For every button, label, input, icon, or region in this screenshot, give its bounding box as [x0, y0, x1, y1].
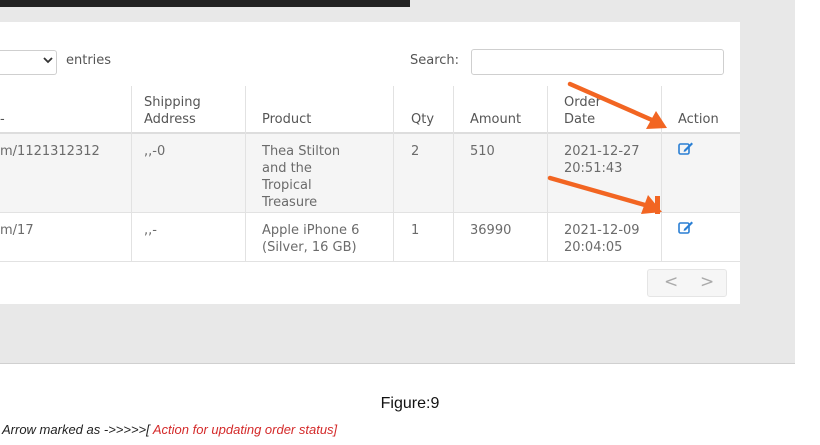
table-header — [0, 86, 740, 134]
date-line: 2021-12-09 — [564, 223, 640, 238]
column-divider — [393, 86, 394, 261]
header-line: Address — [144, 112, 196, 127]
cell-col1: m/17 — [0, 223, 34, 238]
note-prefix: Arrow marked as ->>>>>[ — [2, 422, 153, 437]
product-line: Apple iPhone 6 — [262, 223, 360, 238]
cell-amount: 510 — [470, 144, 495, 159]
product-line: (Silver, 16 GB) — [262, 240, 357, 255]
column-header-shipping-address[interactable]: Shipping Address — [144, 94, 201, 128]
cell-order-date: 2021-12-09 20:04:05 — [564, 222, 640, 256]
cell-product: Thea Stilton and the Tropical Treasure — [262, 143, 340, 211]
column-divider — [453, 86, 454, 261]
row-divider — [0, 261, 740, 262]
cell-product: Apple iPhone 6 (Silver, 16 GB) — [262, 222, 359, 256]
figure-caption: Figure:9 — [380, 395, 440, 412]
cell-order-date: 2021-12-27 20:51:43 — [564, 143, 640, 177]
cell-shipping-address: ,,- — [144, 223, 157, 238]
column-divider — [547, 86, 548, 261]
column-header-qty[interactable]: Qty — [411, 111, 434, 128]
column-divider — [131, 86, 132, 261]
pagination — [647, 269, 727, 297]
header-line: Shipping — [144, 95, 201, 110]
cell-col1: m/1121312312 — [0, 144, 100, 159]
screenshot-canvas: entries Search: - Shipping Address Produ… — [0, 0, 820, 445]
figure-note: Arrow marked as ->>>>>[ Action for updat… — [2, 422, 337, 437]
chevron-down-icon — [43, 57, 53, 64]
row-divider — [0, 212, 740, 213]
cell-qty: 1 — [411, 223, 420, 238]
time-line: 20:51:43 — [564, 161, 623, 176]
column-header-order-date[interactable]: Order Date — [564, 94, 601, 128]
header-line: Order — [564, 95, 601, 110]
product-line: Thea Stilton — [262, 144, 341, 159]
cell-qty: 2 — [411, 144, 420, 159]
edit-icon[interactable] — [678, 220, 694, 234]
search-input[interactable] — [471, 49, 724, 75]
cell-amount: 36990 — [470, 223, 512, 238]
product-line: Tropical — [262, 178, 312, 193]
search-label: Search: — [410, 53, 460, 68]
pagination-next-button[interactable]: > — [700, 272, 714, 292]
product-line: and the — [262, 161, 312, 176]
date-line: 2021-12-27 — [564, 144, 640, 159]
column-header-action[interactable]: Action — [678, 111, 719, 128]
column-header-amount[interactable]: Amount — [470, 111, 521, 128]
column-divider — [245, 86, 246, 261]
note-highlight: Action for updating order status] — [152, 422, 338, 437]
column-divider — [661, 86, 662, 261]
product-line: Treasure — [262, 195, 318, 210]
header-line: Date — [564, 112, 596, 127]
entries-label: entries — [66, 53, 112, 68]
cell-shipping-address: ,,-0 — [144, 144, 166, 159]
pagination-prev-button[interactable]: < — [664, 272, 678, 292]
edit-icon[interactable] — [678, 141, 694, 155]
column-header-product[interactable]: Product — [262, 111, 311, 128]
time-line: 20:04:05 — [564, 240, 623, 255]
cropped-heading-strip — [0, 0, 410, 8]
column-header-partial[interactable]: - — [0, 111, 5, 128]
